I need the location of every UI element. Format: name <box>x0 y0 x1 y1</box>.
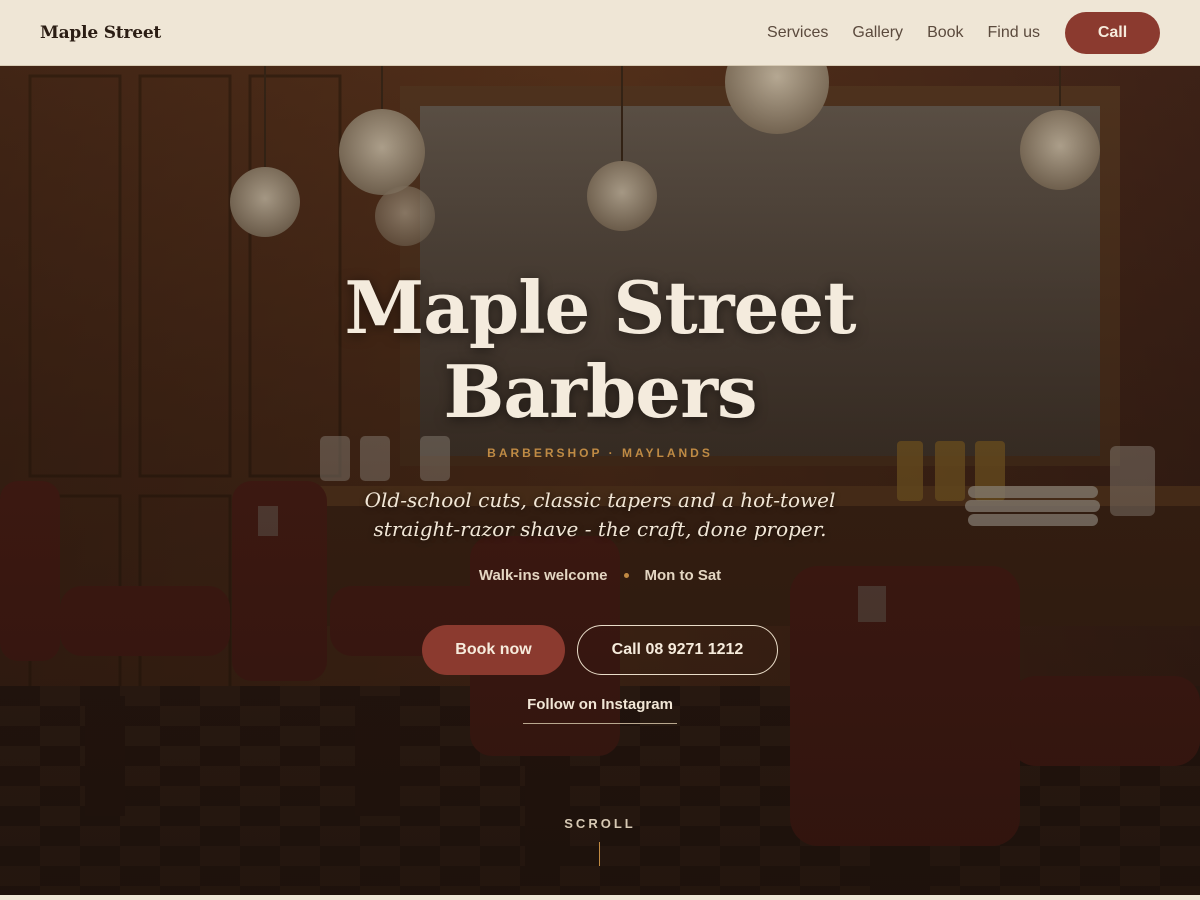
hero-title: Maple Street Barbers <box>0 266 1200 434</box>
meta-days: Mon to Sat <box>644 567 722 584</box>
nav-link-book[interactable]: Book <box>927 24 963 42</box>
nav-link-services[interactable]: Services <box>767 24 828 42</box>
hero-meta: Walk-ins welcome Mon to Sat <box>0 567 1200 584</box>
top-nav: Maple Street Services Gallery Book Find … <box>0 0 1200 66</box>
call-number-button[interactable]: Call 08 9271 1212 <box>577 625 778 675</box>
hero-eyebrow: BARBERSHOP · MAYLANDS <box>487 446 713 460</box>
hero-cta-row: Book now Call 08 9271 1212 <box>0 625 1200 675</box>
hero-content: Maple Street Barbers BARBERSHOP · MAYLAN… <box>0 66 1200 895</box>
scroll-indicator-line <box>599 842 600 866</box>
nav-link-gallery[interactable]: Gallery <box>852 24 903 42</box>
meta-separator-dot <box>623 573 629 578</box>
meta-walk-ins: Walk-ins welcome <box>478 567 608 584</box>
instagram-link[interactable]: Follow on Instagram <box>523 696 677 724</box>
hero-tagline: Old-school cuts, classic tapers and a ho… <box>364 488 836 541</box>
call-button[interactable]: Call <box>1065 11 1160 54</box>
book-now-button[interactable]: Book now <box>422 625 565 675</box>
scroll-indicator-label: SCROLL <box>564 816 636 831</box>
hero-title-line-2: Barbers <box>443 349 757 434</box>
brand-logo[interactable]: Maple Street <box>40 23 161 43</box>
hero-title-line-1: Maple Street <box>344 265 857 350</box>
nav-links: Services Gallery Book Find us Call <box>743 11 1160 54</box>
hero-section: Maple Street Barbers BARBERSHOP · MAYLAN… <box>0 66 1200 895</box>
page-bottom-strip <box>0 895 1200 900</box>
nav-link-find-us[interactable]: Find us <box>988 24 1040 42</box>
